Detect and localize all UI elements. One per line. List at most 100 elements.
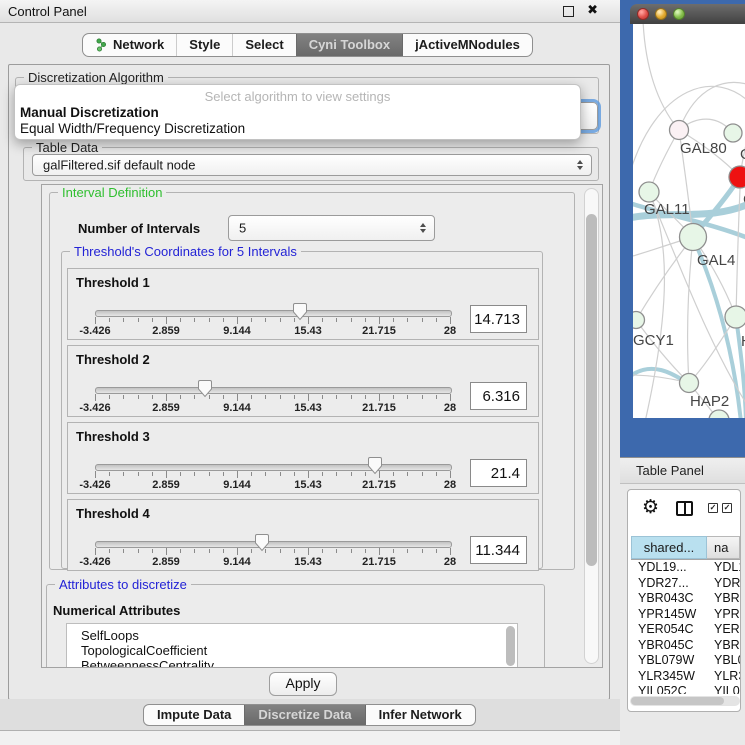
threshold-value-field[interactable]: 11.344 <box>470 536 527 564</box>
axis-tick <box>351 395 352 399</box>
table-row[interactable]: YIL052CYIL0 <box>631 684 740 694</box>
gear-icon[interactable]: ⚙ <box>642 496 659 518</box>
network-node-c[interactable] <box>729 166 745 188</box>
combo-stepper-icon <box>420 223 426 233</box>
axis-tick-label: -3.426 <box>70 556 120 568</box>
threshold-value-field[interactable]: 14.713 <box>470 305 527 333</box>
axis-tick <box>95 394 96 401</box>
attribute-item[interactable]: BetweennessCentrality <box>81 658 214 668</box>
table-row[interactable]: YDR27...YDR2 <box>631 576 740 592</box>
network-node-label: GAL4 <box>697 252 735 269</box>
table-row[interactable]: YBR043CYBR0 <box>631 591 740 607</box>
network-node-gal80[interactable] <box>670 121 689 140</box>
close-icon[interactable]: ✖ <box>587 3 598 18</box>
attribute-item[interactable]: TopologicalCoefficient <box>81 643 207 658</box>
float-window-icon[interactable] <box>563 6 574 17</box>
axis-tick <box>138 472 139 476</box>
apply-button[interactable]: Apply <box>269 672 337 696</box>
split-columns-icon[interactable] <box>676 501 693 516</box>
threshold-slider-thumb[interactable] <box>254 533 270 552</box>
network-canvas[interactable]: GAL80GACGAL11GAL4GCY1HHAP2 <box>633 24 745 418</box>
axis-tick <box>109 549 110 553</box>
table-row[interactable]: YLR345WYLR3 <box>631 669 740 685</box>
axis-tick <box>123 395 124 399</box>
network-node-ga[interactable] <box>724 124 742 142</box>
threshold-slider-track[interactable] <box>95 387 452 394</box>
network-node-h[interactable] <box>725 306 745 328</box>
network-edge[interactable] <box>636 320 689 383</box>
checkbox-icon[interactable]: ✓ <box>722 503 732 513</box>
table-data-combobox[interactable]: galFiltered.sif default node <box>32 154 592 176</box>
network-node-gcy1[interactable] <box>633 312 645 329</box>
scrollbar-thumb[interactable] <box>631 697 724 705</box>
axis-tick <box>322 472 323 476</box>
table-horizontal-scrollbar[interactable] <box>630 696 740 706</box>
zoom-button-icon[interactable] <box>673 8 685 20</box>
axis-tick <box>393 318 394 322</box>
tab-discretize-data[interactable]: Discretize Data <box>244 705 364 725</box>
axis-tick <box>436 395 437 399</box>
tab-select[interactable]: Select <box>232 34 295 56</box>
tab-impute-data[interactable]: Impute Data <box>144 705 244 725</box>
network-edge[interactable] <box>688 237 693 383</box>
tab-cyni-toolbox[interactable]: Cyni Toolbox <box>296 34 402 56</box>
table-row[interactable]: YBL079WYBL0 <box>631 653 740 669</box>
axis-tick <box>294 549 295 553</box>
axis-tick <box>152 549 153 553</box>
threshold-value-field[interactable]: 21.4 <box>470 459 527 487</box>
dropdown-option[interactable]: Equal Width/Frequency Discretization <box>20 121 245 136</box>
cell-name: YPR1 <box>714 607 740 621</box>
threshold-slider-thumb[interactable] <box>197 379 213 398</box>
scrollbar-thumb[interactable] <box>586 214 597 566</box>
network-node-label: GAL11 <box>644 201 690 218</box>
axis-tick <box>436 318 437 322</box>
column-header-name[interactable]: na <box>707 536 740 559</box>
table-row[interactable]: YDL19...YDL1 <box>631 560 740 576</box>
network-node-label: GA <box>740 146 745 163</box>
table-row[interactable]: YBR045CYBR0 <box>631 638 740 654</box>
tab-infer-network[interactable]: Infer Network <box>365 705 475 725</box>
table-row[interactable]: YER054CYER0 <box>631 622 740 638</box>
axis-tick <box>422 472 423 476</box>
number-of-intervals-combobox[interactable]: 5 <box>228 215 435 241</box>
close-button-icon[interactable] <box>637 8 649 20</box>
threshold-slider-thumb[interactable] <box>292 302 308 321</box>
network-window-titlebar[interactable] <box>630 4 745 24</box>
threshold-slider-track[interactable] <box>95 310 452 317</box>
tab-jactivemnodules[interactable]: jActiveMNodules <box>402 34 532 56</box>
tab-style[interactable]: Style <box>176 34 232 56</box>
cell-name: YBL0 <box>714 653 740 667</box>
table-row[interactable]: YPR145W YPR1 <box>631 607 740 623</box>
network-edge[interactable] <box>645 192 664 418</box>
axis-tick <box>393 395 394 399</box>
attribute-item[interactable]: SelfLoops <box>81 628 139 643</box>
axis-tick <box>251 472 252 476</box>
cell-shared-name: YPR145W <box>638 607 696 621</box>
panel-scrollbar[interactable] <box>584 188 599 664</box>
numerical-attributes-label: Numerical Attributes <box>53 603 180 618</box>
threshold-box-4: Threshold 4-3.4262.8599.14415.4321.71528… <box>67 499 539 571</box>
network-edge[interactable] <box>643 24 679 130</box>
tab-network[interactable]: Network <box>83 34 176 56</box>
network-node-hap2[interactable] <box>680 374 699 393</box>
network-node-gal4[interactable] <box>680 224 707 251</box>
network-node-label: H <box>741 333 745 350</box>
bottom-filler <box>0 731 620 745</box>
threshold-slider-thumb[interactable] <box>367 456 383 475</box>
network-node-gal11[interactable] <box>639 182 659 202</box>
axis-tick-label: -3.426 <box>70 402 120 414</box>
dropdown-option[interactable]: Manual Discretization <box>20 105 159 120</box>
threshold-value-field[interactable]: 6.316 <box>470 382 527 410</box>
axis-tick <box>336 472 337 476</box>
threshold-slider-track[interactable] <box>95 464 452 471</box>
axis-tick <box>166 394 167 401</box>
numerical-attributes-list[interactable]: SelfLoopsTopologicalCoefficientBetweenne… <box>66 623 518 668</box>
scrollbar-thumb[interactable] <box>506 626 515 666</box>
checkbox-icon[interactable]: ✓ <box>708 503 718 513</box>
minimize-button-icon[interactable] <box>655 8 667 20</box>
threshold-slider-track[interactable] <box>95 541 452 548</box>
axis-tick-label: 15.43 <box>283 479 333 491</box>
axis-tick <box>209 472 210 476</box>
column-header-shared-name[interactable]: shared... <box>631 536 707 559</box>
list-scrollbar[interactable] <box>505 626 516 668</box>
